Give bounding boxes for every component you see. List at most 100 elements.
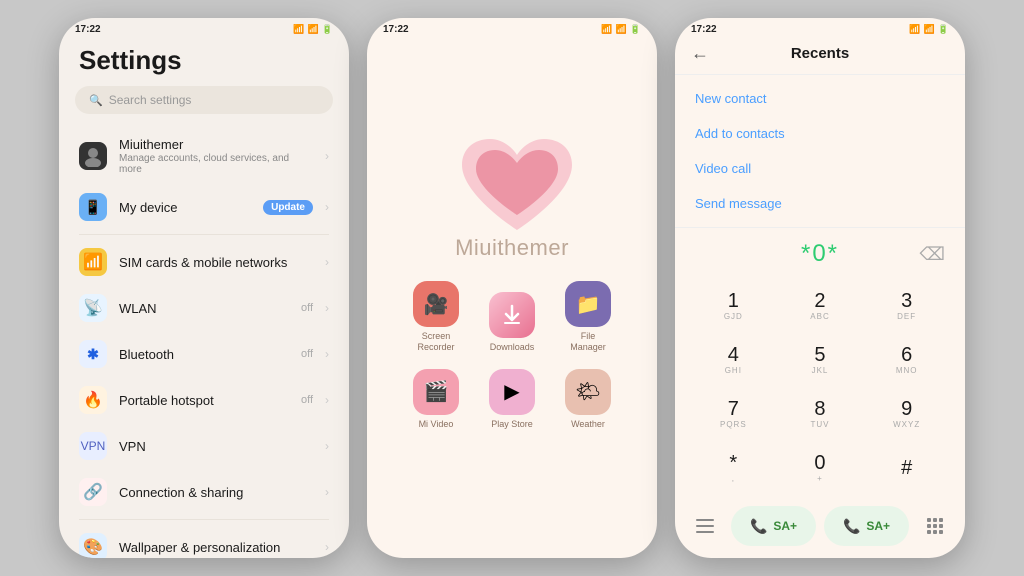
- chevron-icon: ›: [325, 200, 329, 214]
- key-number-2: 2: [814, 291, 825, 311]
- key-number-8: 8: [814, 399, 825, 419]
- phone-home: 17:22 📶📶🔋 Miuithemer 🎥 ScreenRecorder: [367, 18, 657, 558]
- wallpaper-icon: 🎨: [79, 533, 107, 558]
- app-weather[interactable]: 🌤 Weather: [560, 369, 616, 430]
- app-row-2: 🎬 Mi Video ▶ Play Store 🌤 Weather: [408, 369, 616, 430]
- chevron-icon: ›: [325, 149, 329, 163]
- status-bar-3: 17:22 📶📶🔋: [675, 18, 965, 37]
- phone-dialer: 17:22 📶📶🔋 ← Recents New contact Add to c…: [675, 18, 965, 558]
- key-number-4: 4: [728, 345, 739, 365]
- app-screen-recorder[interactable]: 🎥 ScreenRecorder: [408, 281, 464, 353]
- recents-list: New contact Add to contacts Video call S…: [675, 75, 965, 228]
- status-icons-1: 📶📶🔋: [293, 24, 333, 35]
- chevron-icon: ›: [325, 485, 329, 499]
- menu-line: [696, 525, 714, 527]
- key-8[interactable]: 8 TUV: [778, 388, 863, 440]
- recents-new-contact[interactable]: New contact: [675, 81, 965, 116]
- key-1[interactable]: 1 GJD: [691, 280, 776, 332]
- settings-item-hotspot[interactable]: 🔥 Portable hotspot off ›: [59, 377, 349, 423]
- bluetooth-icon: ✱: [79, 340, 107, 368]
- settings-item-connection[interactable]: 🔗 Connection & sharing ›: [59, 469, 349, 515]
- key-letters-3: DEF: [897, 312, 916, 321]
- heart-decoration: [452, 135, 572, 245]
- key-3[interactable]: 3 DEF: [864, 280, 949, 332]
- miuithemer-sub: Manage accounts, cloud services, and mor…: [119, 153, 313, 175]
- settings-search[interactable]: 🔍 Search settings: [75, 86, 333, 114]
- keypad: 1 GJD 2 ABC 3 DEF 4 GHI 5 JKL 6 MNO: [675, 276, 965, 498]
- settings-item-bluetooth[interactable]: ✱ Bluetooth off ›: [59, 331, 349, 377]
- status-bar-2: 17:22 📶📶🔋: [367, 18, 657, 37]
- hotspot-value: off: [301, 394, 313, 406]
- miuithemer-title: Miuithemer: [119, 137, 313, 152]
- keypad-toggle-button[interactable]: [917, 508, 953, 544]
- recents-video-call[interactable]: Video call: [675, 151, 965, 186]
- key-hash[interactable]: #: [864, 442, 949, 494]
- dialer-content: ← Recents New contact Add to contacts Vi…: [675, 37, 965, 558]
- key-letters-star: ,: [732, 474, 735, 483]
- vpn-title: VPN: [119, 439, 313, 454]
- status-icons-2: 📶📶🔋: [601, 24, 641, 35]
- chevron-icon: ›: [325, 301, 329, 315]
- settings-item-vpn[interactable]: VPN VPN ›: [59, 423, 349, 469]
- sim-text: SIM cards & mobile networks: [119, 255, 313, 270]
- app-mi-video[interactable]: 🎬 Mi Video: [408, 369, 464, 430]
- recents-send-message[interactable]: Send message: [675, 186, 965, 221]
- settings-item-wallpaper[interactable]: 🎨 Wallpaper & personalization ›: [59, 524, 349, 558]
- wlan-title: WLAN: [119, 301, 289, 316]
- bluetooth-text: Bluetooth: [119, 347, 289, 362]
- call-button-2[interactable]: 📞 SA+: [824, 506, 909, 546]
- key-9[interactable]: 9 WXYZ: [864, 388, 949, 440]
- key-number-hash: #: [901, 458, 912, 478]
- key-7[interactable]: 7 PQRS: [691, 388, 776, 440]
- settings-item-sim[interactable]: 📶 SIM cards & mobile networks ›: [59, 239, 349, 285]
- key-number-3: 3: [901, 291, 912, 311]
- bluetooth-title: Bluetooth: [119, 347, 289, 362]
- phone-icon: 📞: [750, 518, 767, 535]
- settings-item-mydevice[interactable]: 📱 My device Update ›: [59, 184, 349, 230]
- key-0[interactable]: 0 +: [778, 442, 863, 494]
- key-letters-7: PQRS: [720, 420, 747, 429]
- hotspot-title: Portable hotspot: [119, 393, 289, 408]
- key-6[interactable]: 6 MNO: [864, 334, 949, 386]
- mi-video-icon: 🎬: [413, 369, 459, 415]
- connection-text: Connection & sharing: [119, 485, 313, 500]
- divider: [79, 519, 329, 520]
- miuithemer-icon: [79, 142, 107, 170]
- back-button[interactable]: ←: [691, 43, 709, 64]
- backspace-button[interactable]: ⌫: [920, 244, 945, 265]
- chevron-icon: ›: [325, 393, 329, 407]
- key-number-star: *: [729, 453, 737, 473]
- key-2[interactable]: 2 ABC: [778, 280, 863, 332]
- recents-add-contact[interactable]: Add to contacts: [675, 116, 965, 151]
- menu-button[interactable]: [687, 508, 723, 544]
- call-button-1[interactable]: 📞 SA+: [731, 506, 816, 546]
- settings-item-wlan[interactable]: 📡 WLAN off ›: [59, 285, 349, 331]
- connection-title: Connection & sharing: [119, 485, 313, 500]
- key-4[interactable]: 4 GHI: [691, 334, 776, 386]
- app-file-manager[interactable]: 📁 FileManager: [560, 281, 616, 353]
- app-play-store[interactable]: ▶ Play Store: [484, 369, 540, 430]
- key-number-6: 6: [901, 345, 912, 365]
- dialer-actions: 📞 SA+ 📞 SA+: [675, 498, 965, 558]
- dial-number: *0*: [801, 240, 839, 268]
- search-icon: 🔍: [89, 94, 103, 107]
- key-star[interactable]: * ,: [691, 442, 776, 494]
- update-badge: Update: [263, 200, 313, 215]
- app-downloads[interactable]: Downloads: [484, 292, 540, 353]
- wlan-icon: 📡: [79, 294, 107, 322]
- app-row-1: 🎥 ScreenRecorder Downloads 📁 FileManager: [408, 281, 616, 353]
- play-store-icon: ▶: [489, 369, 535, 415]
- key-number-0: 0: [814, 453, 825, 473]
- screen-recorder-icon: 🎥: [413, 281, 459, 327]
- wlan-text: WLAN: [119, 301, 289, 316]
- divider: [79, 234, 329, 235]
- recents-title: Recents: [719, 45, 921, 62]
- key-letters-2: ABC: [810, 312, 829, 321]
- home-content: Miuithemer 🎥 ScreenRecorder Downloads 📁 …: [367, 37, 657, 558]
- key-5[interactable]: 5 JKL: [778, 334, 863, 386]
- downloads-label: Downloads: [490, 342, 535, 353]
- menu-line: [696, 519, 714, 521]
- settings-item-miuithemer[interactable]: Miuithemer Manage accounts, cloud servic…: [59, 128, 349, 184]
- key-letters-1: GJD: [724, 312, 743, 321]
- settings-content: Settings 🔍 Search settings Miuithemer Ma…: [59, 37, 349, 558]
